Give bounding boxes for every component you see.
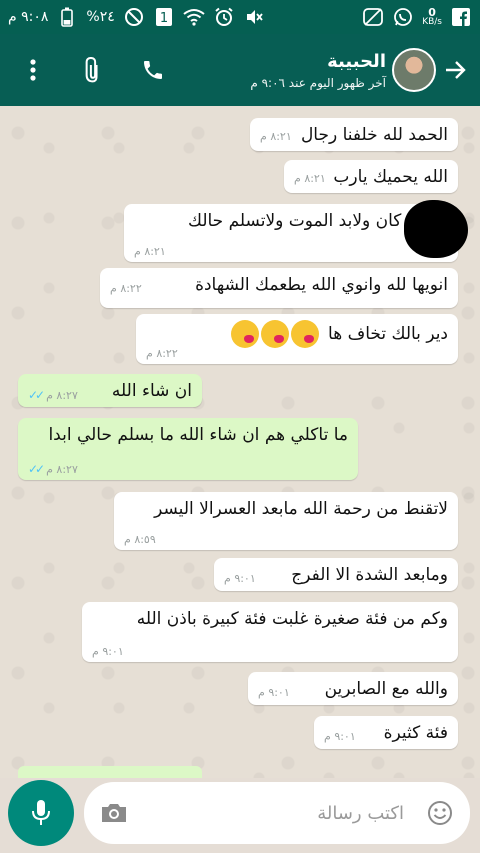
message-time: ٨:٢٧ م: [46, 462, 78, 476]
voice-record-button[interactable]: [8, 780, 74, 846]
kissing-face-emoji: [290, 320, 319, 348]
read-ticks-icon: ✓✓: [28, 462, 45, 476]
message-time: ٨:٢٢ م: [110, 282, 142, 295]
partial-message-bubble: [18, 766, 202, 778]
message-bubble[interactable]: ومابعد الشدة الا الفرج ٩:٠١ م: [214, 558, 458, 591]
battery-icon: [56, 7, 78, 27]
last-seen: آخر ظهور اليوم عند ٩:٠٦ م: [250, 75, 386, 90]
wifi-icon: [183, 7, 205, 27]
more-icon: [30, 59, 36, 81]
network-speed: 0 KB/s: [422, 7, 442, 27]
message-bubble[interactable]: ان كان ولابد الموت ولاتسلم حالك ٨:٢١ م: [124, 200, 468, 262]
message-time: ٩:٠١ م: [224, 572, 256, 585]
kissing-face-emoji: [260, 320, 289, 348]
emoji-group: [229, 320, 319, 348]
message-bubble[interactable]: الله يحميك يارب ٨:٢١ م: [284, 160, 458, 193]
contact-name: الحبيبة: [327, 50, 386, 72]
message-time: ٨:٥٩ م: [124, 533, 156, 546]
block-icon: [123, 7, 145, 27]
status-right: 0 KB/s: [362, 7, 472, 27]
message-text: ما تاكلي هم ان شاء الله ما بسلم حالي ابد…: [48, 425, 348, 445]
message-placeholder: اكتب رسالة: [317, 802, 404, 824]
message-text: لاتقنط من رحمة الله مابعد العسرالا اليسر: [154, 499, 448, 519]
arrow-right-icon: [446, 61, 466, 79]
message-bubble[interactable]: لاتقنط من رحمة الله مابعد العسرالا اليسر…: [114, 492, 458, 550]
message-text: دير بالك تخاف ها: [328, 324, 448, 344]
kissing-face-emoji: [230, 320, 259, 348]
network-speed-unit: KB/s: [422, 17, 442, 27]
clock: ٩:٠٨ م: [8, 9, 49, 25]
message-time: ٨:٢٧ م: [46, 388, 78, 402]
message-time: ٩:٠١ م: [324, 730, 356, 743]
more-options-button[interactable]: [18, 55, 48, 85]
avatar[interactable]: [392, 48, 436, 92]
status-left: ٩:٠٨ م %٢٤ 1: [8, 7, 265, 27]
contact-info[interactable]: الحبيبة آخر ظهور اليوم عند ٩:٠٦ م: [250, 48, 470, 92]
message-text: ان كان ولابد الموت ولاتسلم حالك: [188, 211, 424, 231]
message-text: وكم من فئة صغيرة غلبت فئة كبيرة باذن الل…: [136, 609, 448, 629]
chat-area[interactable]: الحمد لله خلفنا رجال ٨:٢١ م الله يحميك ي…: [0, 106, 480, 778]
message-bubble[interactable]: وكم من فئة صغيرة غلبت فئة كبيرة باذن الل…: [82, 602, 458, 662]
header-actions: [10, 55, 168, 85]
call-icon: [144, 61, 162, 79]
message-text: انويها لله وانوي الله يطعمك الشهادة: [195, 275, 448, 295]
alarm-icon: [213, 7, 235, 27]
message-bubble[interactable]: ما تاكلي هم ان شاء الله ما بسلم حالي ابد…: [18, 418, 358, 480]
message-bubble[interactable]: ان شاء الله ٨:٢٧ م ✓✓: [18, 374, 202, 407]
message-time: ٩:٠١ م: [258, 686, 290, 699]
attach-button[interactable]: [78, 55, 108, 85]
composer-bar: اكتب رسالة: [0, 778, 480, 853]
message-time: ٨:٢١ م: [294, 172, 326, 185]
redaction-mark: [404, 200, 468, 258]
read-ticks-icon: ✓✓: [28, 388, 45, 402]
microphone-icon: [32, 800, 50, 825]
message-meta: ٨:٢٧ م ✓✓: [28, 388, 78, 402]
camera-icon: [102, 804, 126, 822]
message-bubble[interactable]: انويها لله وانوي الله يطعمك الشهادة ٨:٢٢…: [100, 268, 458, 308]
message-input[interactable]: اكتب رسالة: [84, 782, 470, 844]
sim-badge: 1: [160, 11, 168, 26]
mute-icon: [243, 7, 265, 27]
whatsapp-icon: [392, 7, 414, 27]
call-button[interactable]: [138, 55, 168, 85]
attach-icon: [85, 57, 98, 83]
message-bubble[interactable]: الحمد لله خلفنا رجال ٨:٢١ م: [250, 118, 458, 151]
message-bubble[interactable]: دير بالك تخاف ها ٨:٢٢ م: [136, 314, 458, 364]
camera-button[interactable]: [98, 797, 130, 829]
smiley-icon: [428, 801, 452, 825]
message-meta: ٨:٢٧ م ✓✓: [28, 462, 78, 476]
message-time: ٨:٢١ م: [134, 245, 166, 258]
status-bar: ٩:٠٨ م %٢٤ 1 0 KB/s: [0, 0, 480, 34]
chat-header: الحبيبة آخر ظهور اليوم عند ٩:٠٦ م: [0, 34, 480, 106]
sim-icon: 1: [153, 7, 175, 27]
battery-percent: %٢٤: [86, 9, 115, 25]
nfc-icon: [362, 7, 384, 27]
message-text: ومابعد الشدة الا الفرج: [291, 565, 448, 585]
message-time: ٩:٠١ م: [92, 645, 124, 658]
message-time: ٨:٢١ م: [260, 130, 292, 143]
emoji-button[interactable]: [424, 797, 456, 829]
facebook-icon: [450, 7, 472, 27]
back-button[interactable]: [442, 55, 470, 85]
message-bubble[interactable]: والله مع الصابرين ٩:٠١ م: [248, 672, 458, 705]
message-time: ٨:٢٢ م: [146, 347, 178, 360]
message-bubble[interactable]: فئة كثيرة ٩:٠١ م: [314, 716, 458, 749]
contact-names: الحبيبة آخر ظهور اليوم عند ٩:٠٦ م: [250, 51, 386, 90]
